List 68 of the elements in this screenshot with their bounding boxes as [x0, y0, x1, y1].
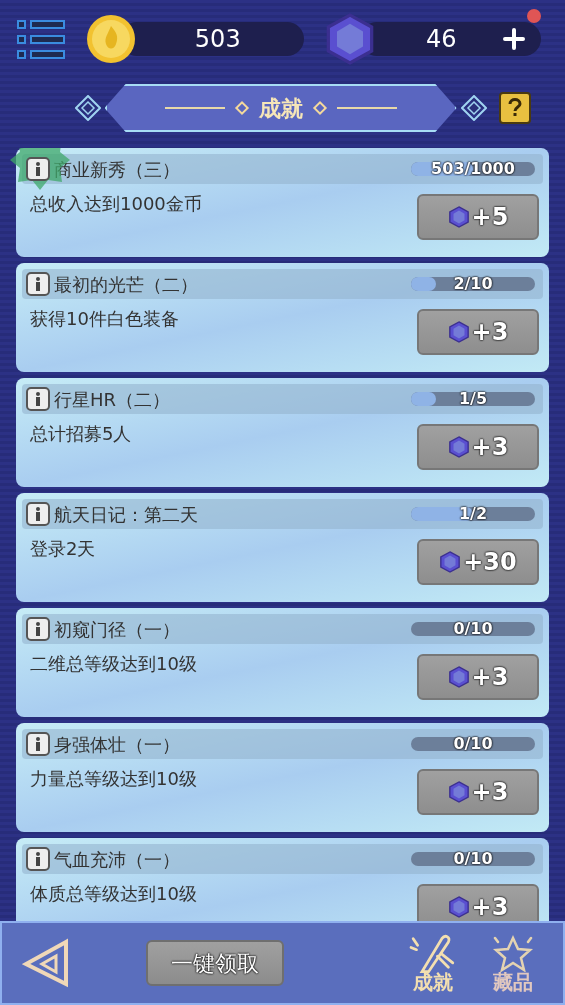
achievement-description: 总收入达到1000金币	[30, 192, 202, 216]
page-title: 成就	[258, 94, 303, 123]
gem-icon	[447, 321, 470, 343]
diamond-ornament	[312, 100, 327, 116]
achievement-description: 二维总等级达到10级	[30, 652, 197, 676]
question-icon	[507, 98, 522, 118]
progress-text: 1/5	[457, 392, 489, 406]
info-icon	[34, 276, 42, 292]
info-icon	[34, 506, 42, 522]
gem-icon	[447, 781, 470, 803]
progress-text: 0/10	[452, 737, 494, 751]
nav-tab[interactable]: 成就	[411, 934, 455, 992]
gem-icon	[447, 666, 470, 688]
reward-button[interactable]: +5	[417, 194, 539, 240]
gem-icon	[439, 551, 462, 573]
achievement-title: 身强体壮（一）	[54, 732, 180, 757]
reward-button[interactable]: +3	[417, 884, 539, 921]
achievement-title: 最初的光芒（二）	[54, 272, 198, 297]
info-icon	[34, 621, 42, 637]
back-button[interactable]	[22, 938, 68, 988]
achievement-description: 体质总等级达到10级	[30, 882, 197, 906]
diamond-ornament	[74, 95, 101, 121]
plus-icon	[503, 28, 525, 50]
achievement-title: 初窥门径（一）	[54, 617, 180, 642]
info-icon	[34, 851, 42, 867]
achievement-title: 商业新秀（三）	[54, 157, 180, 182]
diamond-ornament	[234, 100, 249, 116]
claim-all-button[interactable]: 一键领取	[146, 940, 284, 986]
info-button[interactable]	[26, 847, 50, 871]
info-button[interactable]	[26, 617, 50, 641]
reward-button[interactable]: +30	[417, 539, 539, 585]
info-button[interactable]	[26, 272, 50, 296]
reward-button[interactable]: +3	[417, 654, 539, 700]
info-icon	[34, 161, 42, 177]
info-button[interactable]	[26, 732, 50, 756]
menu-button[interactable]	[16, 17, 66, 61]
info-icon	[34, 736, 42, 752]
achievement-title: 行星HR（二）	[54, 387, 171, 412]
achievement-description: 总计招募5人	[30, 422, 132, 446]
reward-button[interactable]: +3	[417, 424, 539, 470]
gem-icon	[447, 896, 470, 918]
info-button[interactable]	[26, 157, 50, 181]
star-icon	[491, 934, 535, 972]
progress-text: 2/10	[452, 277, 494, 291]
coin-icon	[86, 14, 136, 64]
achievement-title: 气血充沛（一）	[54, 847, 180, 872]
achievement-description: 力量总等级达到10级	[30, 767, 197, 791]
achievement-description: 登录2天	[30, 537, 96, 561]
reward-button[interactable]: +3	[417, 769, 539, 815]
currency-amount: 503	[193, 24, 242, 55]
currency-amount: 46	[424, 24, 458, 55]
progress-text: 0/10	[452, 622, 494, 636]
gem-icon	[447, 436, 470, 458]
progress-text: 503/1000	[430, 162, 516, 176]
progress-text: 1/2	[457, 507, 489, 521]
reward-button[interactable]: +3	[417, 309, 539, 355]
nav-tab[interactable]: 藏品	[491, 934, 535, 992]
gem-icon	[447, 206, 470, 228]
achievement-title: 航天日记：第二天	[54, 502, 198, 527]
help-button[interactable]	[498, 92, 531, 124]
menu-icon	[16, 17, 66, 61]
progress-text: 0/10	[452, 852, 494, 866]
info-button[interactable]	[26, 387, 50, 411]
achievement-description: 获得10件白色装备	[30, 307, 179, 331]
info-button[interactable]	[26, 502, 50, 526]
diamond-ornament	[460, 95, 487, 121]
back-arrow-icon	[22, 938, 68, 988]
info-icon	[34, 391, 42, 407]
